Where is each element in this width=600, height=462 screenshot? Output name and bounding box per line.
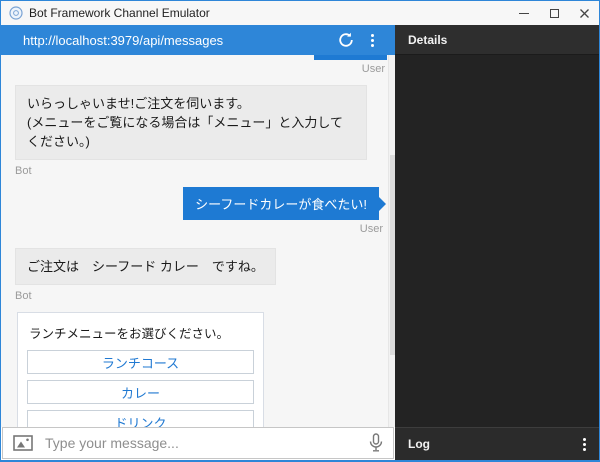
- window-title: Bot Framework Channel Emulator: [29, 6, 210, 20]
- user-message-text: シーフードカレーが食べたい!: [195, 197, 367, 212]
- endpoint-address-bar: http://localhost:3979/api/messages: [1, 25, 395, 55]
- close-icon: [579, 8, 589, 18]
- bot-message-confirm: ご注文は シーフード カレー ですね。: [15, 248, 276, 285]
- previous-user-message-partial: [314, 55, 387, 60]
- minimize-button[interactable]: [509, 1, 539, 25]
- endpoint-url[interactable]: http://localhost:3979/api/messages: [23, 33, 333, 48]
- app-window: Bot Framework Channel Emulator http://lo…: [0, 0, 600, 462]
- card-button-lunch-course[interactable]: ランチコース: [27, 350, 254, 374]
- window-controls: [509, 1, 599, 25]
- kebab-menu-icon: [583, 437, 586, 451]
- message-input[interactable]: [43, 434, 369, 452]
- refresh-icon: [339, 32, 353, 47]
- details-body: [395, 55, 599, 427]
- details-header: Details: [395, 25, 599, 55]
- details-title: Details: [408, 32, 448, 47]
- title-bar: Bot Framework Channel Emulator: [1, 1, 599, 25]
- card-button-drink[interactable]: ドリンク: [27, 410, 254, 427]
- maximize-button[interactable]: [539, 1, 569, 25]
- bot-greeting-line2: (メニューをご覧になる場合は「メニュー」と入力してください。): [27, 115, 343, 149]
- bot-message-greeting: いらっしゃいませ!ご注文を伺います。 (メニューをご覧になる場合は「メニュー」と…: [15, 85, 367, 160]
- card-title: ランチメニューをお選びください。: [29, 327, 230, 341]
- app-logo-icon: [9, 6, 23, 20]
- log-title: Log: [408, 437, 430, 451]
- address-menu-button[interactable]: [359, 27, 385, 53]
- user-label: User: [361, 63, 385, 75]
- bot-greeting-line1: いらっしゃいませ!ご注文を伺います。: [27, 96, 250, 111]
- bubble-tail: [379, 196, 386, 211]
- bot-label: Bot: [15, 290, 32, 302]
- maximize-icon: [549, 8, 559, 18]
- microphone-icon[interactable]: [369, 433, 383, 453]
- close-button[interactable]: [569, 1, 599, 25]
- minimize-icon: [519, 12, 529, 14]
- user-message: シーフードカレーが食べたい!: [183, 187, 386, 220]
- details-panel: Details Log: [395, 25, 599, 460]
- chat-panel: http://localhost:3979/api/messages User …: [1, 25, 395, 460]
- menu-hero-card: ランチメニューをお選びください。 ランチコース カレー ドリンク デザート: [17, 312, 264, 427]
- log-bar: Log: [395, 427, 599, 460]
- main-area: http://localhost:3979/api/messages User …: [1, 25, 599, 460]
- card-button-curry[interactable]: カレー: [27, 380, 254, 404]
- upload-image-icon[interactable]: [13, 435, 33, 451]
- conversation-area: User いらっしゃいませ!ご注文を伺います。 (メニューをご覧になる場合は「メ…: [1, 55, 395, 427]
- reconnect-button[interactable]: [333, 27, 359, 53]
- kebab-menu-icon: [370, 33, 374, 47]
- chat-scrollbar[interactable]: [388, 55, 395, 427]
- log-menu-button[interactable]: [583, 437, 586, 451]
- chat-scrollbar-thumb[interactable]: [390, 155, 395, 355]
- message-composer: [2, 427, 394, 459]
- bot-label: Bot: [15, 165, 32, 177]
- user-label: User: [359, 223, 383, 235]
